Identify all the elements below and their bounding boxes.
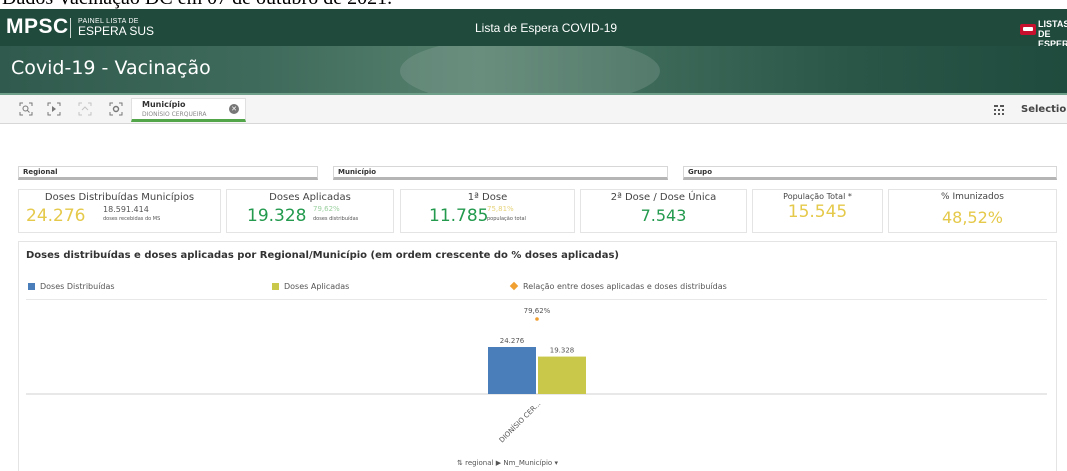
kpi-value: 7.543 [640, 206, 687, 225]
filter-grupo[interactable]: Grupo [683, 166, 1057, 180]
selections-tool-icon[interactable] [46, 102, 62, 116]
dimension-dropdown-icon[interactable]: ▾ [554, 459, 558, 467]
panel-logo-text: PAINEL LISTA DE ESPERA SUS [78, 17, 155, 38]
relacao-point [535, 317, 539, 321]
kpi-sub-label: doses distribuídas [313, 216, 359, 222]
sc-flag-icon [1020, 24, 1036, 35]
sheet-title: Covid-19 - Vacinação [11, 57, 211, 79]
combo-chart-panel: Doses distribuídas e doses aplicadas por… [18, 241, 1057, 471]
kpi-label: Doses Aplicadas [269, 192, 351, 203]
filter-municipio[interactable]: Município [333, 166, 668, 180]
step-back-icon[interactable] [77, 102, 93, 116]
dimension-right[interactable]: Nm_Município [503, 459, 552, 467]
app-header: MPSC PAINEL LISTA DE ESPERA SUS Lista de… [0, 9, 1067, 49]
dimension-left[interactable]: regional [465, 459, 493, 467]
filter-municipio-label: Município [338, 168, 377, 176]
logo-divider [70, 18, 71, 38]
kpi-label: Doses Distribuídas Municípios [44, 192, 195, 203]
panel-logo-line2: ESPERA SUS [78, 24, 155, 38]
selection-chip-field: Município [142, 100, 186, 109]
kpi-doses-aplicadas: Doses Aplicadas 19.328 79,62% doses dist… [226, 189, 394, 233]
kpi-label: 1ª Dose [467, 192, 508, 203]
kpi-value: 24.276 [26, 206, 86, 226]
kpi-sub-value: 18.591.414 [103, 205, 149, 214]
listas-de-espera-logo: LISTAS DE ESPERA [1020, 19, 1067, 49]
clear-selection-icon[interactable]: ✕ [229, 104, 239, 114]
filter-grupo-label: Grupo [688, 168, 713, 176]
brand-text: LISTAS DE ESPERA [1038, 19, 1067, 49]
kpi-label: 2ª Dose / Dose Única [610, 192, 717, 203]
bar-doses-distribuidas [488, 347, 536, 394]
selections-bar: Município DIONÍSIO CERQUEIRA ✕ Selection… [0, 95, 1067, 124]
filter-regional-label: Regional [23, 168, 58, 176]
selections-button[interactable]: Selections [1021, 104, 1067, 115]
kpi-primeira-dose: 1ª Dose 11.785 75,81% população total [400, 189, 575, 233]
brand-line1: LISTAS DE [1038, 19, 1067, 39]
bar-label-aplicadas: 19.328 [550, 347, 575, 355]
kpi-value: 15.545 [787, 202, 848, 222]
kpi-value: 19.328 [247, 206, 307, 226]
kpi-value: 48,52% [941, 208, 1003, 227]
selection-chip-municipio[interactable]: Município DIONÍSIO CERQUEIRA ✕ [131, 98, 246, 122]
kpi-sub-value: 79,62% [313, 205, 340, 213]
sheet-banner: Covid-19 - Vacinação [0, 46, 1067, 95]
bar-label-distribuidas: 24.276 [500, 337, 525, 345]
kpi-doses-distribuidas: Doses Distribuídas Municípios 24.276 18.… [18, 189, 221, 233]
bar-doses-aplicadas [538, 356, 586, 394]
header-title: Lista de Espera COVID-19 [475, 21, 618, 35]
filter-regional[interactable]: Regional [18, 166, 318, 180]
selection-chip-value: DIONÍSIO CERQUEIRA [142, 111, 207, 118]
relacao-label: 79,62% [524, 307, 551, 315]
mpsc-logo: MPSC [6, 15, 69, 38]
category-tick-label: DIONÍSIO CER... [497, 399, 542, 444]
kpi-imunizados: % Imunizados 48,52% [888, 189, 1057, 233]
chart-plot: 24.276 19.328 79,62% DIONÍSIO CER... [26, 307, 1047, 444]
clear-selections-icon[interactable] [108, 102, 124, 116]
kpi-populacao-total: População Total * 15.545 [752, 189, 883, 233]
dimension-bar[interactable]: ⇅ regional ▶ Nm_Município ▾ [457, 459, 558, 467]
kpi-label: % Imunizados [941, 192, 1004, 202]
kpi-segunda-dose: 2ª Dose / Dose Única 7.543 [580, 189, 747, 233]
kpi-sub-label: população total [487, 216, 526, 222]
drilldown-icon: ⇅ [457, 459, 463, 467]
kpi-sub-label: doses recebidas do MS [103, 216, 161, 222]
kpi-label: População Total * [783, 192, 852, 201]
kpi-sub-value: 75,81% [487, 205, 514, 213]
smart-search-icon[interactable] [18, 102, 34, 116]
selections-icon[interactable] [993, 104, 1005, 119]
kpi-value: 11.785 [429, 206, 489, 226]
